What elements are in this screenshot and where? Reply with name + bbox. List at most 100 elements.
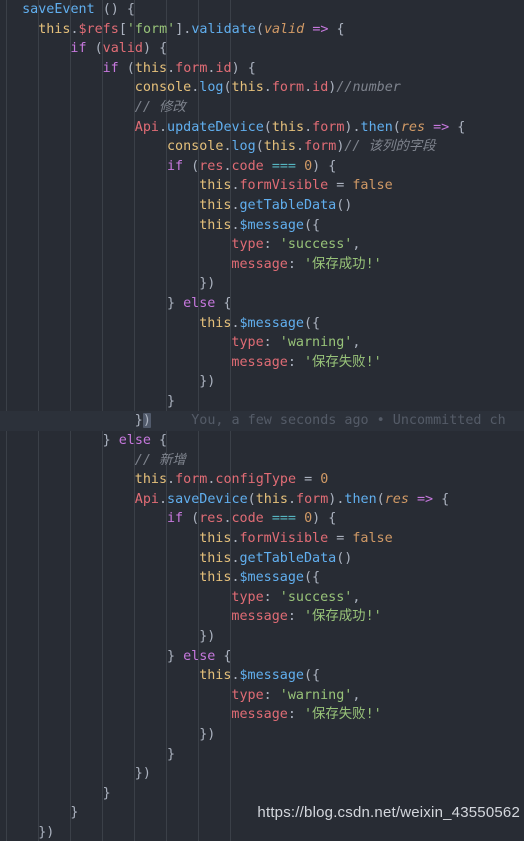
code-token: => — [312, 21, 329, 37]
code-token: $message — [239, 570, 305, 586]
code-token: . — [223, 158, 232, 174]
code-line[interactable]: this.form.configType = 0 — [0, 470, 524, 490]
code-token: . — [167, 60, 176, 76]
code-token: } — [167, 648, 184, 664]
code-token: () — [336, 197, 353, 213]
code-token: $refs — [78, 21, 119, 37]
code-line[interactable]: } — [0, 745, 524, 765]
code-line[interactable]: message: '保存成功!' — [0, 255, 524, 275]
code-line[interactable]: this.getTableData() — [0, 196, 524, 216]
code-token: , — [352, 687, 361, 703]
code-token: console — [167, 139, 224, 155]
code-token: id — [215, 60, 232, 76]
code-line[interactable]: saveEvent () { — [0, 0, 524, 20]
code-line[interactable]: type: 'warning', — [0, 333, 524, 353]
code-token: . — [231, 531, 240, 547]
code-line[interactable]: }) — [0, 725, 524, 745]
code-line[interactable]: this.$message({ — [0, 314, 524, 334]
code-token: . — [231, 668, 240, 684]
code-content[interactable]: saveEvent () {this.$refs['form'].validat… — [0, 0, 524, 841]
code-token: ( — [247, 491, 256, 507]
code-token: false — [352, 531, 393, 547]
code-line[interactable]: } else { — [0, 431, 524, 451]
code-token: form — [175, 60, 208, 76]
code-line[interactable]: Api.updateDevice(this.form).then(res => … — [0, 118, 524, 138]
code-line[interactable]: }) — [0, 764, 524, 784]
code-token: this — [199, 550, 232, 566]
code-line[interactable]: type: 'success', — [0, 588, 524, 608]
code-line[interactable]: } — [0, 392, 524, 412]
code-token: this — [255, 491, 288, 507]
code-token: { — [215, 295, 232, 311]
code-line[interactable]: this.$refs['form'].validate(valid => { — [0, 20, 524, 40]
code-token: () { — [102, 2, 135, 17]
code-token: }) — [199, 276, 216, 292]
code-token: this — [199, 197, 232, 213]
code-line[interactable]: } else { — [0, 294, 524, 314]
code-token: getTableData — [239, 197, 337, 213]
code-token: => — [416, 491, 434, 507]
code-line[interactable]: // 新增 — [0, 451, 524, 471]
code-token: this — [271, 119, 305, 135]
code-line[interactable]: }) — [0, 627, 524, 647]
code-token: else — [118, 433, 151, 449]
code-line[interactable]: if (this.form.id) { — [0, 59, 524, 79]
code-line[interactable]: } — [0, 784, 524, 804]
code-token: === — [271, 511, 296, 527]
code-token: form — [296, 491, 329, 507]
code-token: ( — [376, 491, 385, 507]
code-token: }) — [199, 374, 216, 390]
code-token: . — [223, 139, 232, 155]
string-literal: 'form' — [126, 21, 176, 37]
code-token: message — [231, 609, 288, 625]
code-token: : — [287, 354, 304, 370]
code-line[interactable]: this.$message({ — [0, 666, 524, 686]
code-line[interactable]: message: '保存失败!' — [0, 353, 524, 373]
code-token: valid — [263, 21, 305, 37]
code-line[interactable]: console.log(this.form.id)//number — [0, 78, 524, 98]
code-line[interactable]: if (valid) { — [0, 39, 524, 59]
code-line[interactable]: }) You, a few seconds ago • Uncommitted … — [0, 411, 524, 432]
code-line[interactable]: }) — [0, 823, 524, 841]
git-blame-annotation: You, a few seconds ago • Uncommitted ch — [191, 413, 506, 429]
code-line[interactable]: if (res.code === 0) { — [0, 157, 524, 177]
code-token: . — [231, 197, 240, 213]
code-line[interactable]: message: '保存失败!' — [0, 705, 524, 725]
code-token: formVisible — [239, 178, 329, 194]
code-token: saveEvent — [22, 2, 103, 17]
code-token: this — [199, 178, 232, 194]
code-token: }) — [199, 726, 216, 742]
code-token: id — [312, 80, 329, 96]
code-token: this — [263, 139, 296, 155]
code-token: ({ — [304, 570, 321, 586]
code-token: code — [231, 158, 264, 174]
code-token: . — [263, 80, 272, 96]
code-token: Api — [134, 491, 159, 507]
code-line[interactable]: // 修改 — [0, 98, 524, 118]
code-token: ) { — [231, 60, 256, 76]
code-token: ]. — [175, 21, 192, 37]
code-token: ( — [86, 41, 103, 57]
code-line[interactable]: }) — [0, 372, 524, 392]
code-editor[interactable]: saveEvent () {this.$refs['form'].validat… — [0, 0, 524, 841]
code-line[interactable]: Api.saveDevice(this.form).then(res => { — [0, 490, 524, 510]
code-line[interactable]: this.formVisible = false — [0, 529, 524, 549]
code-token: this — [134, 60, 168, 76]
code-line[interactable]: } else { — [0, 647, 524, 667]
code-line[interactable]: this.formVisible = false — [0, 176, 524, 196]
code-line[interactable]: }) — [0, 274, 524, 294]
code-token: then — [344, 491, 377, 507]
code-token: 0 — [304, 511, 313, 527]
code-line[interactable]: type: 'success', — [0, 235, 524, 255]
code-line[interactable]: type: 'warning', — [0, 686, 524, 706]
code-token: ). — [328, 491, 345, 507]
code-line[interactable]: this.getTableData() — [0, 549, 524, 569]
code-line[interactable]: this.$message({ — [0, 568, 524, 588]
code-line[interactable]: console.log(this.form)// 该列的字段 — [0, 137, 524, 157]
code-line[interactable]: if (res.code === 0) { — [0, 509, 524, 529]
code-token: : — [263, 335, 280, 351]
code-line[interactable]: message: '保存成功!' — [0, 607, 524, 627]
code-line[interactable]: this.$message({ — [0, 216, 524, 236]
code-token: } — [102, 433, 119, 449]
